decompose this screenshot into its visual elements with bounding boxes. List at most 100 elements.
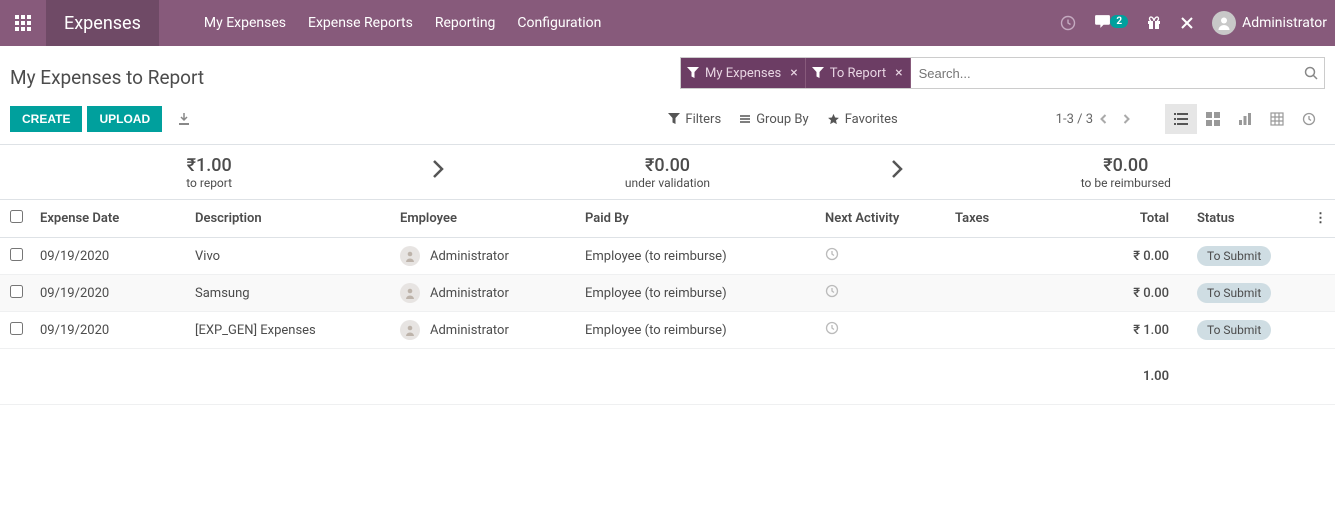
user-name: Administrator bbox=[1242, 15, 1327, 31]
status-badge: To Submit bbox=[1197, 283, 1271, 303]
nav-my-expenses[interactable]: My Expenses bbox=[204, 15, 286, 31]
cell-description: [EXP_GEN] Expenses bbox=[187, 312, 392, 349]
search-bar: My Expenses × To Report × bbox=[680, 57, 1325, 89]
upload-button[interactable]: UPLOAD bbox=[87, 106, 162, 132]
view-pivot[interactable] bbox=[1261, 104, 1293, 134]
cell-date: 09/19/2020 bbox=[32, 312, 187, 349]
toolbar: Filters Group By Favorites 1-3 / 3 bbox=[468, 104, 1325, 134]
cell-date: 09/19/2020 bbox=[32, 275, 187, 312]
summary-amount: ₹1.00 bbox=[0, 155, 418, 176]
activity-clock-icon[interactable] bbox=[825, 321, 839, 335]
col-description[interactable]: Description bbox=[187, 200, 392, 238]
avatar bbox=[1212, 11, 1236, 35]
view-kanban[interactable] bbox=[1197, 104, 1229, 134]
summary-row: ₹1.00 to report ₹0.00 under validation ₹… bbox=[0, 144, 1335, 200]
control-row: My Expenses to Report My Expenses × To R… bbox=[0, 46, 1335, 96]
table-row[interactable]: 09/19/2020 [EXP_GEN] Expenses Administra… bbox=[0, 312, 1335, 349]
cell-employee: Administrator bbox=[392, 312, 577, 349]
cell-total: ₹ 0.00 bbox=[1097, 275, 1177, 312]
row-select-cell bbox=[0, 312, 32, 349]
summary-to-reimburse[interactable]: ₹0.00 to be reimbursed bbox=[917, 155, 1335, 190]
col-taxes[interactable]: Taxes bbox=[947, 200, 1097, 238]
col-date[interactable]: Expense Date bbox=[32, 200, 187, 238]
message-badge: 2 bbox=[1110, 15, 1128, 28]
cell-taxes bbox=[947, 312, 1097, 349]
row-select-cell bbox=[0, 238, 32, 275]
gift-icon[interactable] bbox=[1146, 15, 1162, 31]
clock-icon[interactable] bbox=[1060, 15, 1076, 31]
pager-text: 1-3 / 3 bbox=[1056, 112, 1093, 127]
filter-chip-my-expenses: My Expenses × bbox=[681, 58, 806, 88]
search-icon[interactable] bbox=[1298, 66, 1324, 80]
cell-date: 09/19/2020 bbox=[32, 238, 187, 275]
cell-spacer bbox=[1306, 275, 1335, 312]
view-list[interactable] bbox=[1165, 104, 1197, 134]
select-all-checkbox[interactable] bbox=[10, 210, 23, 223]
employee-name: Administrator bbox=[430, 323, 509, 338]
cell-paidby: Employee (to reimburse) bbox=[577, 238, 817, 275]
row-checkbox[interactable] bbox=[10, 248, 23, 261]
row-checkbox[interactable] bbox=[10, 285, 23, 298]
view-graph[interactable] bbox=[1229, 104, 1261, 134]
user-menu[interactable]: Administrator bbox=[1212, 11, 1327, 35]
cell-activity bbox=[817, 238, 947, 275]
groupby-label: Group By bbox=[756, 112, 809, 127]
funnel-icon bbox=[687, 67, 699, 79]
col-total[interactable]: Total bbox=[1097, 200, 1177, 238]
chip-remove[interactable]: × bbox=[892, 65, 905, 81]
funnel-icon bbox=[812, 67, 824, 79]
favorites-button[interactable]: Favorites bbox=[827, 112, 898, 127]
col-activity[interactable]: Next Activity bbox=[817, 200, 947, 238]
view-activity[interactable] bbox=[1293, 104, 1325, 134]
cell-status: To Submit bbox=[1177, 238, 1306, 275]
apps-launcher[interactable] bbox=[0, 0, 46, 46]
nav-configuration[interactable]: Configuration bbox=[517, 15, 601, 31]
summary-amount: ₹0.00 bbox=[458, 155, 876, 176]
col-status[interactable]: Status bbox=[1177, 200, 1306, 238]
summary-under-validation[interactable]: ₹0.00 under validation bbox=[458, 155, 876, 190]
chip-label: To Report bbox=[830, 66, 886, 81]
footer-row: 1.00 bbox=[0, 349, 1335, 405]
chip-label: My Expenses bbox=[705, 66, 781, 81]
col-paidby[interactable]: Paid By bbox=[577, 200, 817, 238]
activity-clock-icon[interactable] bbox=[825, 284, 839, 298]
messages-button[interactable]: 2 bbox=[1094, 13, 1128, 34]
employee-name: Administrator bbox=[430, 249, 509, 264]
status-badge: To Submit bbox=[1197, 246, 1271, 266]
view-switcher bbox=[1165, 104, 1325, 134]
nav-expense-reports[interactable]: Expense Reports bbox=[308, 15, 413, 31]
close-icon[interactable] bbox=[1180, 16, 1194, 30]
cell-spacer bbox=[1306, 312, 1335, 349]
app-name[interactable]: Expenses bbox=[46, 0, 159, 46]
summary-label: to be reimbursed bbox=[917, 176, 1335, 190]
status-badge: To Submit bbox=[1197, 320, 1271, 340]
pager: 1-3 / 3 bbox=[916, 110, 1137, 128]
expense-table: Expense Date Description Employee Paid B… bbox=[0, 200, 1335, 405]
pager-prev[interactable] bbox=[1093, 110, 1115, 128]
create-button[interactable]: CREATE bbox=[10, 106, 82, 132]
col-actions[interactable]: ⋮ bbox=[1306, 200, 1335, 238]
employee-avatar-icon bbox=[400, 283, 420, 303]
nav-reporting[interactable]: Reporting bbox=[435, 15, 496, 31]
cell-taxes bbox=[947, 238, 1097, 275]
chip-remove[interactable]: × bbox=[787, 65, 800, 81]
footer-total: 1.00 bbox=[1097, 349, 1177, 405]
table-row[interactable]: 09/19/2020 Samsung Administrator Employe… bbox=[0, 275, 1335, 312]
cell-description: Samsung bbox=[187, 275, 392, 312]
activity-clock-icon[interactable] bbox=[825, 247, 839, 261]
filters-button[interactable]: Filters bbox=[668, 112, 721, 127]
row-checkbox[interactable] bbox=[10, 322, 23, 335]
employee-avatar-icon bbox=[400, 320, 420, 340]
groupby-button[interactable]: Group By bbox=[739, 112, 809, 127]
table-row[interactable]: 09/19/2020 Vivo Administrator Employee (… bbox=[0, 238, 1335, 275]
row-select-cell bbox=[0, 275, 32, 312]
employee-name: Administrator bbox=[430, 286, 509, 301]
search-input[interactable] bbox=[911, 59, 1298, 87]
cell-status: To Submit bbox=[1177, 312, 1306, 349]
col-employee[interactable]: Employee bbox=[392, 200, 577, 238]
pager-next[interactable] bbox=[1115, 110, 1137, 128]
summary-amount: ₹0.00 bbox=[917, 155, 1335, 176]
summary-to-report[interactable]: ₹1.00 to report bbox=[0, 155, 418, 190]
cell-activity bbox=[817, 275, 947, 312]
download-icon[interactable] bbox=[177, 112, 191, 126]
